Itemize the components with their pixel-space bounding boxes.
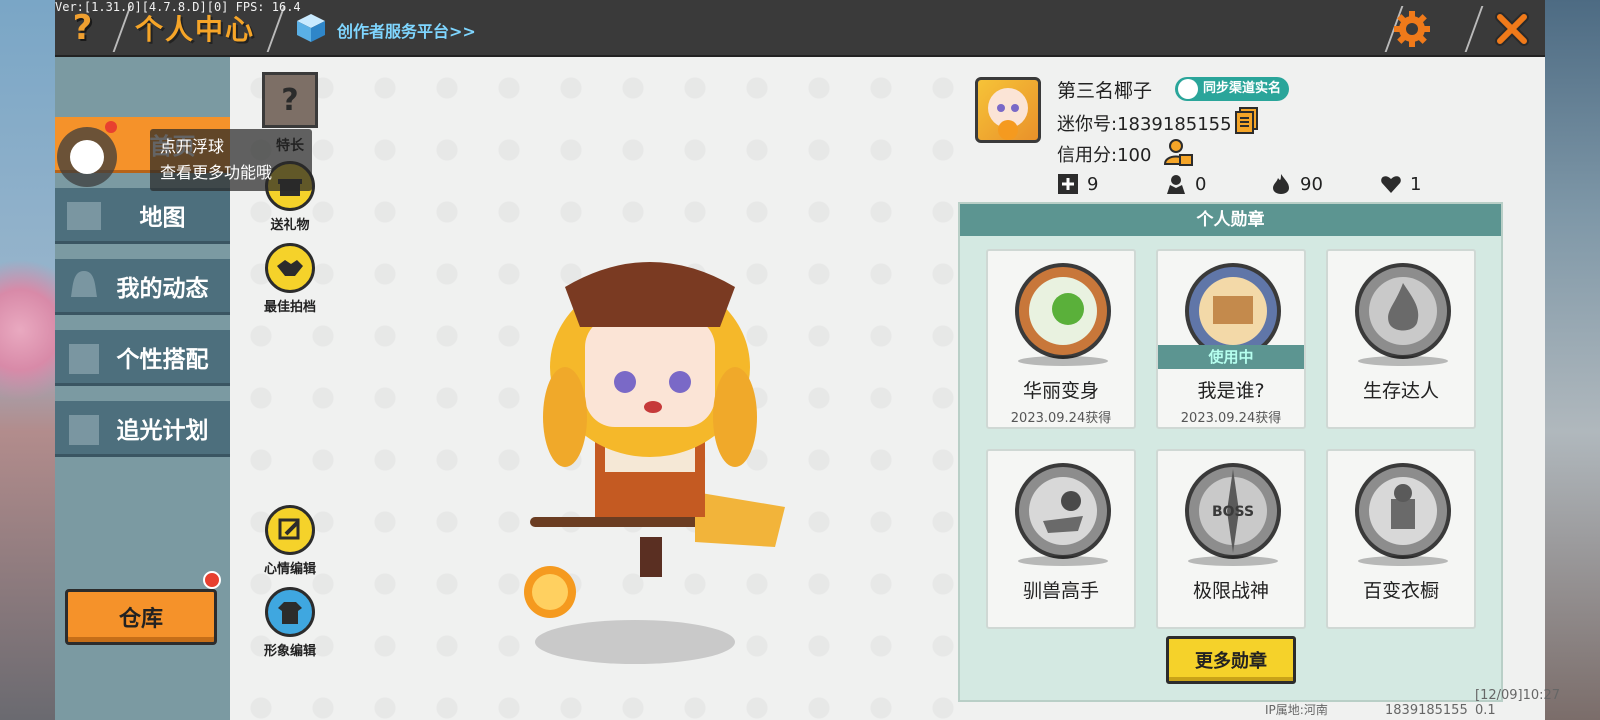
medal-name: 华丽变身 [1022, 380, 1099, 402]
cube-icon [297, 14, 325, 42]
nickname: 第三名椰子 [1057, 80, 1153, 102]
sidebar-item-map[interactable]: 地图 [55, 188, 230, 244]
medal-card[interactable]: 百变衣橱 [1326, 449, 1476, 629]
plus-icon [1058, 174, 1078, 194]
skill-label: 特长 [276, 138, 304, 154]
medal-shadow [1018, 356, 1108, 366]
outfit-icon [265, 587, 315, 637]
medal-shadow [1018, 556, 1108, 566]
sidebar-item-label: 地图 [139, 204, 186, 231]
stat-popularity[interactable]: 90 [1270, 173, 1323, 195]
heart-icon [1381, 176, 1401, 193]
svg-text:BOSS: BOSS [1212, 504, 1254, 520]
footer-user-id: 1839185155 [1385, 703, 1468, 718]
skill-slot[interactable]: ? [262, 72, 318, 128]
medal-shadow [1358, 356, 1448, 366]
medal-wardrobe-icon [1355, 463, 1451, 559]
stat-value: 1 [1410, 173, 1422, 195]
sidebar-item-label: 追光计划 [116, 417, 209, 444]
sidebar-item-personal-style[interactable]: 个性搭配 [55, 330, 230, 386]
divider [1464, 6, 1484, 52]
medal-boss-icon: BOSS [1185, 463, 1281, 559]
medal-name: 我是谁? [1197, 380, 1265, 402]
credit-score: 信用分:100 [1057, 145, 1152, 166]
medal-survival-icon [1355, 263, 1451, 359]
medal-date: 2023.09.24获得 [1180, 411, 1282, 426]
stat-value: 90 [1300, 173, 1323, 195]
medal-card[interactable]: 生存达人 [1326, 249, 1476, 429]
creator-platform-link[interactable]: 创作者服务平台>> [337, 18, 476, 42]
more-medals-label: 更多勋章 [1195, 651, 1267, 672]
character-avatar[interactable] [495, 247, 795, 720]
ip-location: IP属地:河南 [1265, 703, 1328, 717]
stat-fans[interactable]: 0 [1165, 173, 1206, 195]
sidebar-item-label: 个性搭配 [116, 346, 209, 373]
gear-icon [1394, 11, 1430, 47]
main-panel: 首页 地图 我的动态 个性搭配 追光计划 仓库 点开浮球 查看更多功能哦 [55, 57, 1560, 720]
stat-hearts[interactable]: 1 [1380, 173, 1421, 195]
page-title: 个人中心 [135, 13, 256, 46]
copy-icon[interactable] [1235, 107, 1259, 135]
handshake-icon [265, 243, 315, 293]
mini-id: 迷你号:1839185155 [1057, 114, 1232, 135]
in-use-badge: 使用中 [1158, 345, 1304, 369]
close-button[interactable] [1489, 6, 1535, 52]
floating-ball-button[interactable] [57, 127, 117, 187]
medal-tamer-icon [1015, 463, 1111, 559]
medal-panel-title: 个人勋章 [960, 204, 1501, 236]
warehouse-button[interactable]: 仓库 [65, 589, 217, 645]
medal-card[interactable]: 华丽变身 2023.09.24获得 [986, 249, 1136, 429]
mood-edit-button[interactable]: 心情编辑 [255, 505, 325, 577]
tooltip-line: 查看更多功能哦 [160, 163, 273, 182]
notification-dot [203, 571, 221, 589]
fans-icon [1167, 175, 1185, 194]
edit-icon [265, 505, 315, 555]
verify-badge-label: 同步渠道实名 [1203, 81, 1282, 96]
sidebar-item-label: 我的动态 [116, 275, 209, 302]
medal-name: 极限战神 [1192, 580, 1269, 602]
stat-likes[interactable]: 9 [1057, 173, 1098, 195]
medal-name: 生存达人 [1362, 380, 1439, 402]
action-label: 心情编辑 [263, 562, 316, 577]
stat-value: 9 [1087, 173, 1099, 195]
debug-version-text: Ver:[1.31.0][4.7.8.D][0] FPS: 16.4 [55, 0, 301, 14]
medal-card[interactable]: 驯兽高手 [986, 449, 1136, 629]
medal-card[interactable]: 使用中 我是谁? 2023.09.24获得 [1156, 249, 1306, 429]
credit-person-icon[interactable] [1163, 137, 1193, 167]
medal-transform-icon [1015, 263, 1111, 359]
user-check-icon [1178, 79, 1198, 99]
action-label: 送礼物 [270, 218, 310, 233]
medal-shadow [1358, 556, 1448, 566]
settings-button[interactable] [1389, 6, 1435, 52]
medal-shadow [1188, 556, 1278, 566]
avatar-edit-button[interactable]: 形象编辑 [255, 587, 325, 659]
floating-ball-icon [70, 140, 104, 174]
medal-date: 2023.09.24获得 [1010, 411, 1112, 426]
stat-value: 0 [1195, 173, 1207, 195]
medal-name: 驯兽高手 [1022, 580, 1099, 602]
more-medals-button[interactable]: 更多勋章 [1166, 636, 1296, 684]
footer-time: [12/09]10:27 0.1 [1475, 688, 1561, 718]
question-mark-icon: ? [281, 82, 299, 118]
action-label: 形象编辑 [263, 644, 316, 659]
best-partner-button[interactable]: 最佳拍档 [255, 243, 325, 315]
fire-icon [1273, 174, 1289, 194]
medal-name: 百变衣橱 [1362, 580, 1439, 602]
sidebar-item-my-activity[interactable]: 我的动态 [55, 259, 230, 315]
warehouse-label: 仓库 [118, 607, 163, 632]
verify-badge[interactable]: 同步渠道实名 [1175, 77, 1290, 101]
avatar[interactable] [975, 77, 1041, 143]
medal-card[interactable]: BOSS 极限战神 [1156, 449, 1306, 629]
medal-panel: 个人勋章 华丽变身 2023.09.24获得 使用中 我是谁? 2023.09.… [958, 202, 1503, 702]
notification-dot [105, 121, 117, 133]
close-icon [1495, 12, 1529, 46]
sidebar-item-chase-light-plan[interactable]: 追光计划 [55, 401, 230, 457]
action-label: 最佳拍档 [263, 300, 316, 315]
